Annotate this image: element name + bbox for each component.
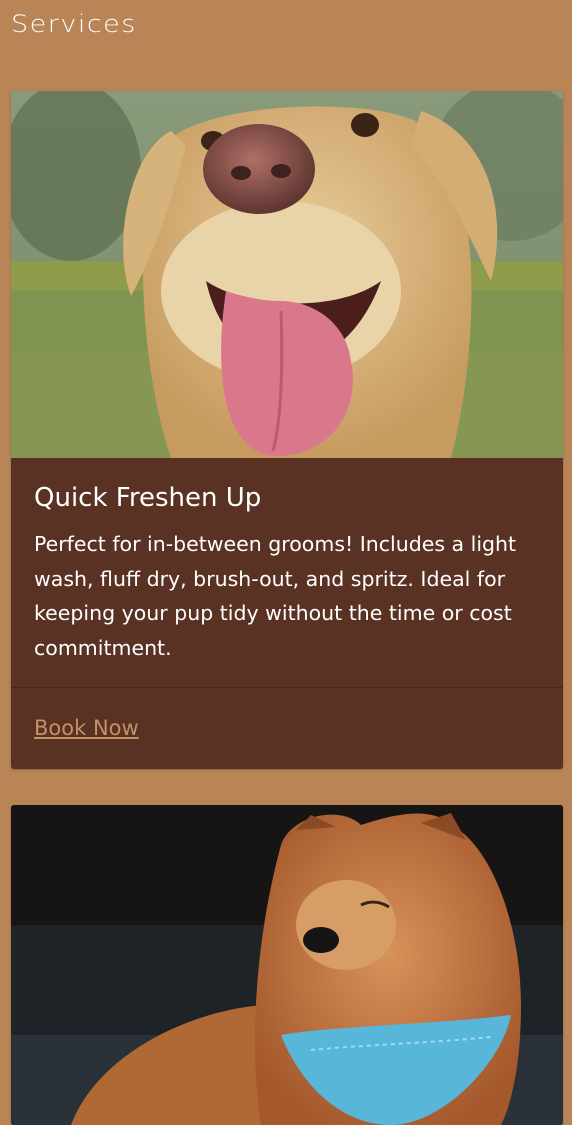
chow-chow-dog-image <box>11 805 563 1125</box>
service-card: Quick Freshen Up Perfect for in-between … <box>11 91 563 769</box>
service-card <box>11 805 563 1125</box>
service-description: Perfect for in-between grooms! Includes … <box>34 532 517 660</box>
labrador-dog-image <box>11 91 563 458</box>
card-divider <box>11 687 563 688</box>
service-title: Quick Freshen Up <box>34 483 262 513</box>
book-now-link[interactable]: Book Now <box>34 711 139 745</box>
page-title: Services <box>11 10 137 39</box>
